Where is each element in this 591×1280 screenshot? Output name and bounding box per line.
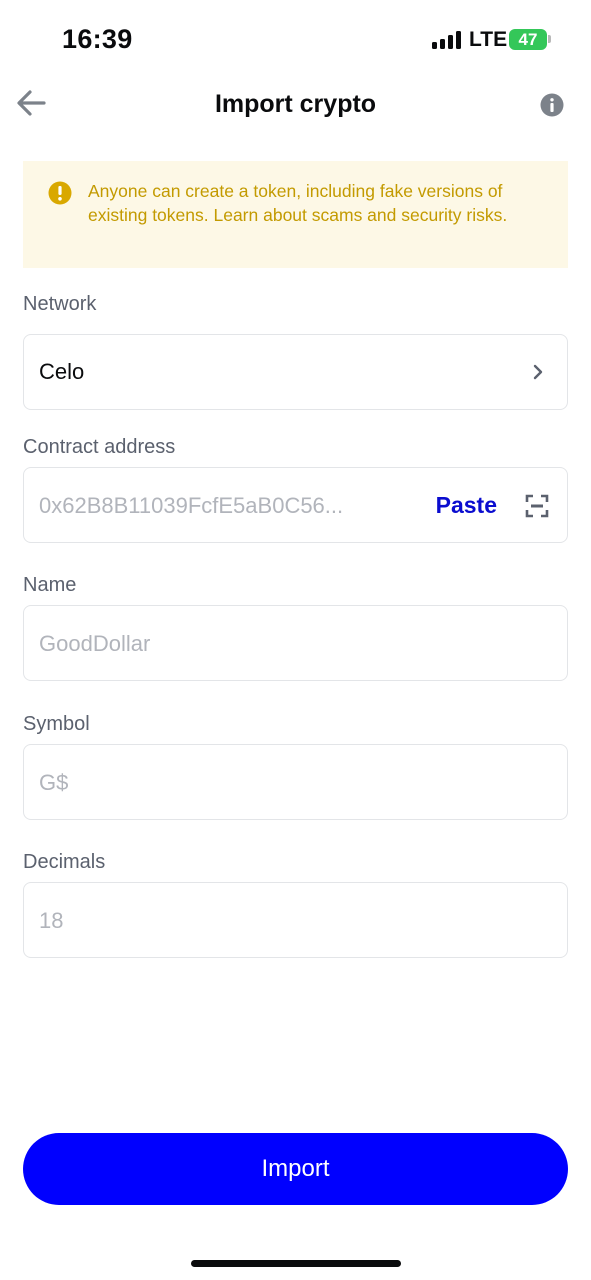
qr-scan-icon[interactable] xyxy=(525,494,549,518)
decimals-label: Decimals xyxy=(23,851,106,873)
decimals-input[interactable] xyxy=(39,905,539,937)
contract-address-field: Paste xyxy=(23,467,568,543)
chevron-right-icon xyxy=(533,364,543,380)
network-type: LTE xyxy=(469,28,508,51)
contract-address-input[interactable] xyxy=(39,490,419,522)
symbol-label: Symbol xyxy=(23,713,90,735)
network-value: Celo xyxy=(39,359,85,384)
name-label: Name xyxy=(23,574,77,596)
home-indicator[interactable] xyxy=(191,1260,401,1267)
symbol-input[interactable] xyxy=(39,767,539,799)
battery-level: 47 xyxy=(518,29,538,49)
page-title: Import crypto xyxy=(214,90,377,118)
exclamation-circle-icon xyxy=(48,181,72,205)
battery-icon: 47 xyxy=(509,29,547,50)
status-time: 16:39 xyxy=(62,24,133,54)
battery-tip xyxy=(548,35,551,43)
decimals-field xyxy=(23,882,568,958)
header: Import crypto xyxy=(0,80,591,132)
signal-icon xyxy=(432,31,461,49)
warning-text[interactable]: Anyone can create a token, including fak… xyxy=(88,179,538,227)
warning-banner: Anyone can create a token, including fak… xyxy=(23,161,568,268)
contract-address-label: Contract address xyxy=(23,436,176,458)
status-bar: 16:39 LTE 47 xyxy=(0,0,591,80)
network-selector[interactable]: Celo xyxy=(23,334,568,410)
network-label: Network xyxy=(23,293,97,315)
symbol-field xyxy=(23,744,568,820)
import-button[interactable]: Import xyxy=(23,1133,568,1205)
name-field xyxy=(23,605,568,681)
info-icon[interactable] xyxy=(540,93,564,117)
name-input[interactable] xyxy=(39,628,539,660)
paste-button[interactable]: Paste xyxy=(436,492,497,519)
